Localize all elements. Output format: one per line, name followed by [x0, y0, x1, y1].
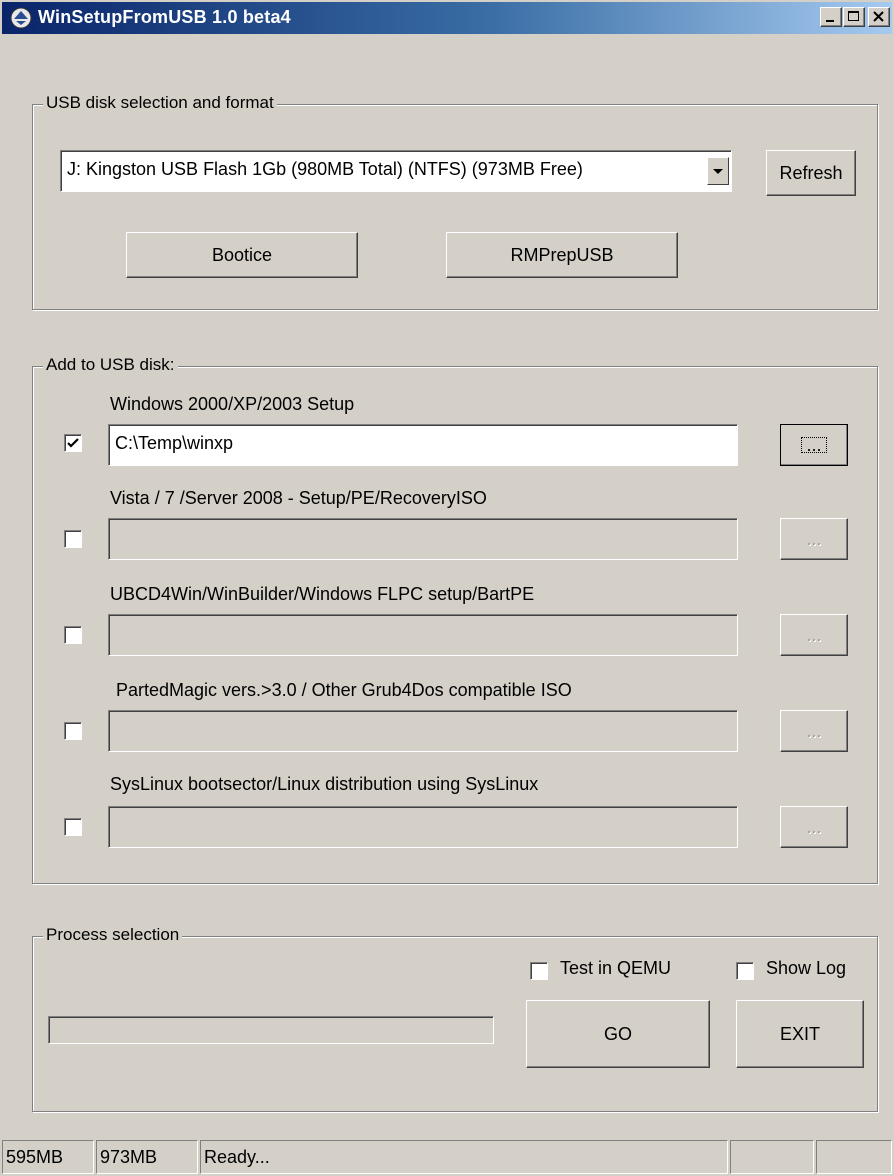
item-windows-xp-path-value: C:\Temp\winxp: [115, 433, 234, 453]
status-pane-used-size: 595MB: [2, 1140, 94, 1174]
rmprepusb-button[interactable]: RMPrepUSB: [446, 232, 678, 278]
title-bar[interactable]: WinSetupFromUSB 1.0 beta4: [2, 2, 892, 34]
usb-selection-group: USB disk selection and format: [32, 93, 878, 310]
minimize-icon: [826, 20, 834, 22]
progress-bar: [48, 1016, 494, 1044]
status-pane-extra-1: [730, 1140, 814, 1174]
maximize-icon: [848, 11, 859, 21]
item-partedmagic-label: PartedMagic vers.>3.0 / Other Grub4Dos c…: [116, 680, 572, 700]
status-pane-extra-2: [816, 1140, 892, 1174]
status-pane-message: Ready...: [200, 1140, 728, 1174]
item-windows-xp-browse-button[interactable]: ...: [780, 424, 848, 466]
item-syslinux-browse-button[interactable]: ...: [780, 806, 848, 848]
bootice-button[interactable]: Bootice: [126, 232, 358, 278]
add-group-title: Add to USB disk:: [43, 355, 178, 375]
item-windows-xp-label: Windows 2000/XP/2003 Setup: [110, 394, 355, 414]
status-pane-free-size: 973MB: [96, 1140, 198, 1174]
window-title: WinSetupFromUSB 1.0 beta4: [38, 7, 291, 27]
chevron-down-icon: [713, 169, 723, 174]
app-logo-icon[interactable]: [10, 7, 32, 29]
item-ubcd4win-path[interactable]: [108, 614, 738, 656]
minimize-button[interactable]: [820, 7, 842, 27]
close-icon: [873, 11, 884, 22]
main-window: WinSetupFromUSB 1.0 beta4 USB disk selec…: [0, 0, 894, 1176]
item-syslinux-path[interactable]: [108, 806, 738, 848]
test-qemu-label[interactable]: Test in QEMU: [560, 958, 671, 979]
item-ubcd4win-checkbox[interactable]: [64, 626, 82, 644]
exit-button[interactable]: EXIT: [736, 1000, 864, 1068]
item-windows-xp-checkbox[interactable]: [64, 434, 82, 452]
item-syslinux-label: SysLinux bootsector/Linux distribution u…: [110, 774, 539, 794]
item-vista-label: Vista / 7 /Server 2008 - Setup/PE/Recove…: [110, 488, 487, 508]
item-partedmagic-checkbox[interactable]: [64, 722, 82, 740]
item-vista-browse-button[interactable]: ...: [780, 518, 848, 560]
go-button[interactable]: GO: [526, 1000, 710, 1068]
close-button[interactable]: [868, 7, 890, 27]
item-ubcd4win-label: UBCD4Win/WinBuilder/Windows FLPC setup/B…: [110, 584, 535, 604]
item-ubcd4win-browse-button[interactable]: ...: [780, 614, 848, 656]
item-partedmagic-path[interactable]: [108, 710, 738, 752]
show-log-checkbox[interactable]: [736, 962, 754, 980]
disk-dropdown-button[interactable]: [707, 157, 729, 185]
item-windows-xp-path[interactable]: C:\Temp\winxp: [108, 424, 738, 466]
item-vista-checkbox[interactable]: [64, 530, 82, 548]
disk-select-combo[interactable]: J: Kingston USB Flash 1Gb (980MB Total) …: [60, 150, 732, 192]
refresh-button[interactable]: Refresh: [766, 150, 856, 196]
item-syslinux-checkbox[interactable]: [64, 818, 82, 836]
disk-select-value: J: Kingston USB Flash 1Gb (980MB Total) …: [67, 159, 583, 179]
test-qemu-checkbox[interactable]: [530, 962, 548, 980]
item-windows-xp-browse-label: ...: [801, 436, 827, 454]
usb-group-title: USB disk selection and format: [43, 93, 277, 113]
item-partedmagic-browse-button[interactable]: ...: [780, 710, 848, 752]
process-group-title: Process selection: [43, 925, 183, 945]
show-log-label[interactable]: Show Log: [766, 958, 846, 979]
item-vista-path[interactable]: [108, 518, 738, 560]
maximize-button[interactable]: [843, 7, 865, 27]
checkmark-icon: [67, 438, 79, 448]
